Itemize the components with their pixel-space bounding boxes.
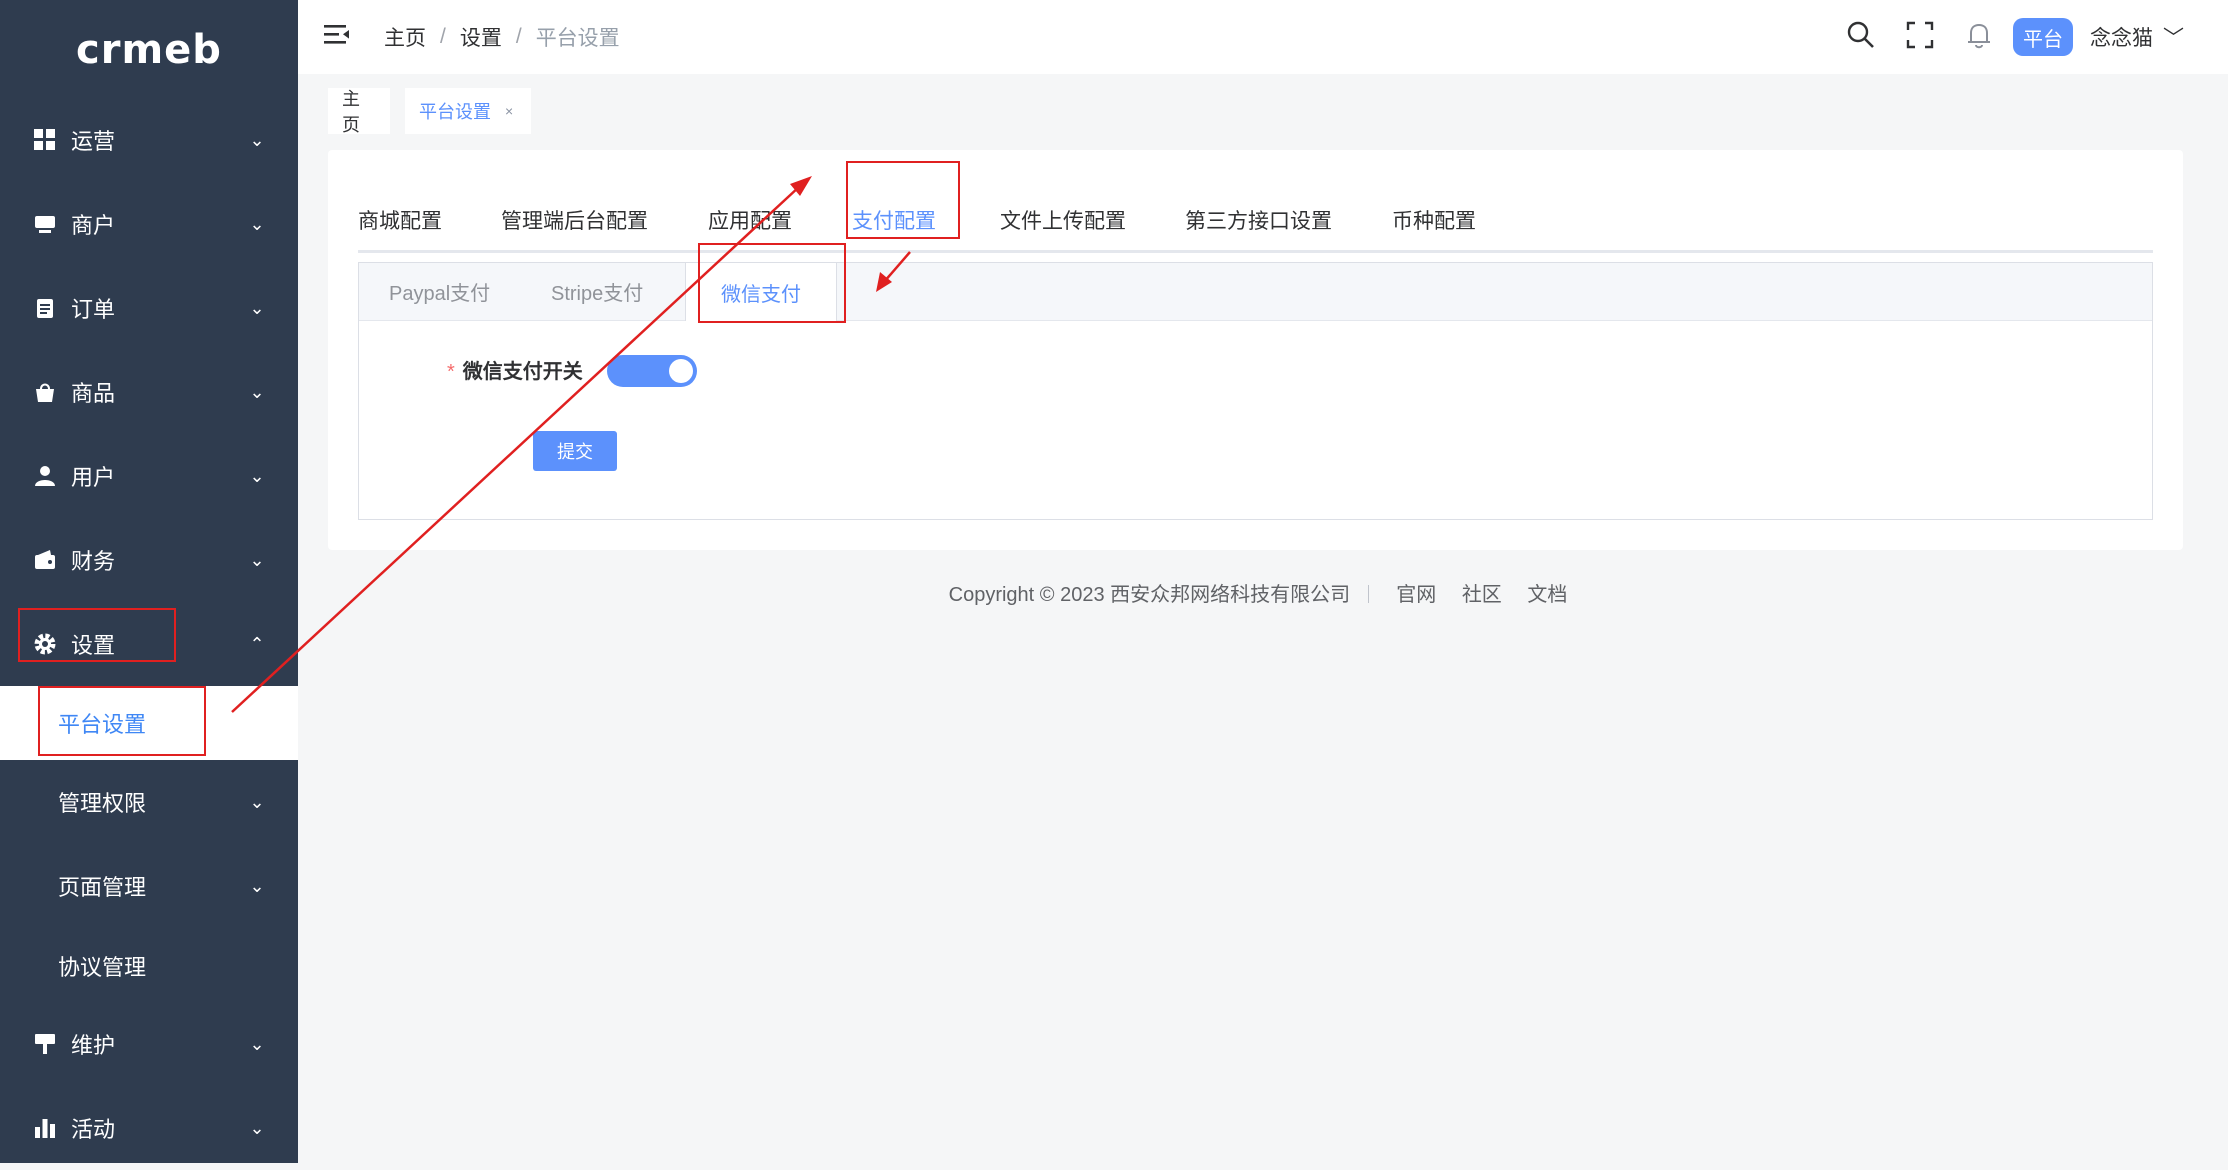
sidebar-item-operations[interactable]: 运营 ⌄: [0, 98, 298, 182]
chevron-up-icon: ⌃: [249, 633, 265, 654]
sidebar-item-users[interactable]: 用户 ⌄: [0, 434, 298, 518]
footer-link-community[interactable]: 社区: [1462, 584, 1502, 606]
payment-panel: Paypal支付 Stripe支付 微信支付 * 微信支付开关 提交: [358, 262, 2153, 520]
page-tab-platform-settings[interactable]: 平台设置 ×: [405, 88, 531, 134]
tab-admin-config[interactable]: 管理端后台配置: [501, 190, 648, 250]
sidebar-item-label: 商品: [71, 381, 116, 406]
store-icon: [33, 212, 57, 236]
bar-chart-icon: [33, 1116, 57, 1140]
page-tab-label: 平台设置: [419, 102, 491, 122]
payment-tabs: Paypal支付 Stripe支付 微信支付: [359, 263, 2152, 321]
breadcrumb-home[interactable]: 主页: [384, 22, 426, 52]
chevron-down-icon: ⌄: [249, 875, 265, 896]
annotation-box-payment-config: [846, 161, 960, 239]
breadcrumb-separator: /: [515, 25, 522, 48]
chevron-down-icon: ⌄: [249, 213, 265, 234]
page-tab-label: 主页: [342, 89, 360, 135]
tab-mall-config[interactable]: 商城配置: [358, 190, 442, 250]
sidebar-item-label: 运营: [71, 129, 116, 154]
footer-link-docs[interactable]: 文档: [1527, 584, 1567, 606]
sidebar-item-finance[interactable]: 财务 ⌄: [0, 518, 298, 602]
toggle-knob: [669, 359, 693, 383]
sidebar-item-agreements[interactable]: 协议管理: [0, 924, 298, 1008]
chevron-down-icon: ⌄: [249, 549, 265, 570]
logo: crmeb: [76, 27, 222, 73]
sidebar-item-label: 订单: [71, 297, 116, 322]
settings-card: 商城配置 管理端后台配置 应用配置 支付配置 文件上传配置 第三方接口设置 币种…: [328, 150, 2183, 550]
sidebar-item-label: 商户: [71, 213, 116, 238]
sidebar-item-label: 财务: [71, 549, 116, 574]
tab-stripe[interactable]: Stripe支付: [551, 263, 643, 320]
chevron-down-icon: ⌄: [249, 791, 265, 812]
footer: Copyright © 2023 西安众邦网络科技有限公司 官网 社区 文档: [298, 578, 2228, 607]
config-tabs: 商城配置 管理端后台配置 应用配置 支付配置 文件上传配置 第三方接口设置 币种…: [358, 190, 2153, 253]
chevron-down-icon: ⌄: [249, 1033, 265, 1054]
annotation-box-platform-settings: [38, 686, 206, 756]
sidebar-item-label: 活动: [71, 1117, 116, 1142]
role-badge: 平台: [2013, 18, 2073, 56]
breadcrumb-separator: /: [440, 25, 446, 48]
sidebar-item-orders[interactable]: 订单 ⌄: [0, 266, 298, 350]
annotation-box-wechat-pay: [698, 243, 846, 323]
close-icon[interactable]: ×: [505, 103, 513, 119]
chevron-down-icon: ⌄: [249, 381, 265, 402]
chevron-down-icon: ﹀: [2163, 27, 2184, 50]
tab-third-party-config[interactable]: 第三方接口设置: [1185, 190, 1332, 250]
clipboard-icon: [33, 296, 57, 320]
breadcrumb-current: 平台设置: [535, 27, 620, 50]
user-icon: [33, 464, 57, 488]
tab-paypal[interactable]: Paypal支付: [389, 263, 490, 320]
chevron-down-icon: ⌄: [249, 1117, 265, 1138]
footer-divider: [1367, 585, 1369, 603]
sidebar-item-page-management[interactable]: 页面管理 ⌄: [0, 844, 298, 928]
sidebar-item-label: 用户: [71, 465, 116, 490]
tab-upload-config[interactable]: 文件上传配置: [1000, 190, 1126, 250]
chevron-down-icon: ⌄: [249, 465, 265, 486]
wechat-switch-label: * 微信支付开关: [447, 355, 583, 384]
menu-collapse-icon[interactable]: [324, 22, 350, 48]
sidebar-item-permissions[interactable]: 管理权限 ⌄: [0, 760, 298, 844]
tab-app-config[interactable]: 应用配置: [708, 190, 792, 250]
bell-icon[interactable]: [1964, 20, 1994, 50]
page-tab-home[interactable]: 主页: [328, 88, 390, 135]
sidebar-item-activities[interactable]: 活动 ⌄: [0, 1086, 298, 1170]
breadcrumb: 主页 / 设置 / 平台设置: [384, 0, 620, 74]
top-header: 主页 / 设置 / 平台设置 平台 念念猫 ﹀: [298, 0, 2228, 74]
sidebar: crmeb 运营 ⌄ 商户 ⌄ 订单 ⌄ 商品 ⌄ 用户 ⌄ 财务 ⌄ 设置 ⌃…: [0, 0, 298, 1163]
tab-currency-config[interactable]: 币种配置: [1392, 190, 1476, 250]
sidebar-item-products[interactable]: 商品 ⌄: [0, 350, 298, 434]
bag-icon: [33, 380, 57, 404]
submit-button[interactable]: 提交: [533, 431, 617, 471]
chevron-down-icon: ⌄: [249, 297, 265, 318]
search-icon[interactable]: [1846, 20, 1876, 50]
username: 念念猫: [2090, 27, 2153, 50]
sidebar-item-label: 管理权限: [58, 791, 147, 816]
breadcrumb-settings[interactable]: 设置: [460, 22, 502, 52]
grid-icon: [33, 128, 57, 152]
annotation-box-settings: [18, 608, 176, 662]
sidebar-item-merchant[interactable]: 商户 ⌄: [0, 182, 298, 266]
sidebar-item-label: 维护: [71, 1033, 116, 1058]
copyright: Copyright © 2023 西安众邦网络科技有限公司: [948, 584, 1351, 606]
sidebar-item-label: 页面管理: [58, 875, 147, 900]
wechat-pay-toggle[interactable]: [607, 355, 697, 387]
chevron-down-icon: ⌄: [249, 129, 265, 150]
required-mark: *: [447, 361, 455, 383]
fullscreen-icon[interactable]: [1905, 20, 1935, 50]
switch-label-text: 微信支付开关: [462, 361, 583, 383]
wallet-icon: [33, 548, 57, 572]
user-menu[interactable]: 念念猫 ﹀: [2090, 0, 2184, 74]
sidebar-item-maintenance[interactable]: 维护 ⌄: [0, 1002, 298, 1086]
footer-link-official[interactable]: 官网: [1396, 584, 1436, 606]
brush-icon: [33, 1032, 57, 1056]
sidebar-item-label: 协议管理: [58, 955, 147, 980]
